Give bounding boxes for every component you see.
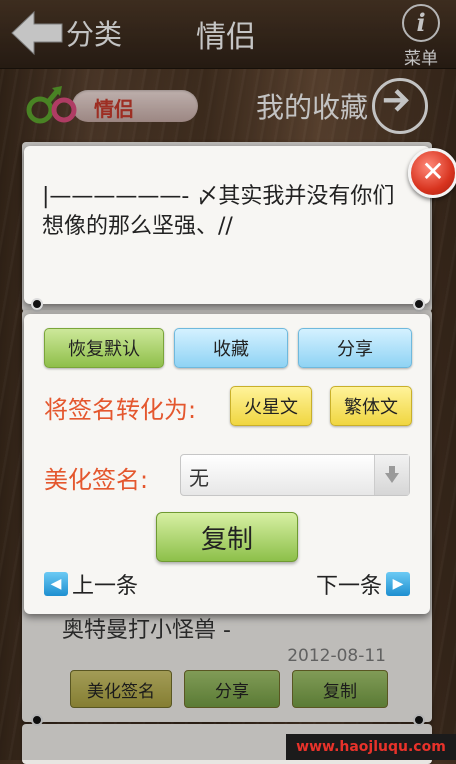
beautify-selected: 无 bbox=[189, 466, 209, 490]
signature-preview: |——————- 〆其实我并没有你们想像的那么坚强、// bbox=[24, 146, 430, 304]
copy-signature-button[interactable]: 复制 bbox=[156, 512, 298, 562]
prev-button[interactable]: ◀ 上一条 bbox=[44, 568, 138, 600]
next-button[interactable]: 下一条 ▶ bbox=[316, 568, 410, 600]
reset-default-button[interactable]: 恢复默认 bbox=[44, 328, 164, 368]
next-label: 下一条 bbox=[315, 574, 382, 599]
traditional-text-button[interactable]: 繁体文 bbox=[330, 386, 412, 426]
share-button[interactable]: 分享 bbox=[298, 328, 412, 368]
chevron-left-icon: ◀ bbox=[44, 572, 68, 596]
action-panel: 恢复默认 收藏 分享 将签名转化为: 火星文 繁体文 美化签名: 无 复制 ◀ … bbox=[24, 314, 430, 614]
beautify-label: 美化签名: bbox=[44, 466, 149, 494]
watermark: www.haojluqu.com bbox=[286, 734, 456, 760]
chevron-down-icon bbox=[374, 455, 409, 495]
martian-text-button[interactable]: 火星文 bbox=[230, 386, 312, 426]
chevron-right-icon: ▶ bbox=[386, 572, 410, 596]
close-button[interactable]: ✕ bbox=[408, 148, 456, 198]
convert-label: 将签名转化为: bbox=[44, 396, 197, 424]
beautify-select[interactable]: 无 bbox=[180, 454, 410, 496]
collect-button[interactable]: 收藏 bbox=[174, 328, 288, 368]
pin-icon bbox=[31, 298, 43, 310]
prev-label: 上一条 bbox=[72, 574, 139, 599]
close-icon: ✕ bbox=[421, 155, 445, 188]
pin-icon bbox=[413, 298, 425, 310]
signature-text: |——————- 〆其实我并没有你们想像的那么坚强、// bbox=[42, 184, 395, 239]
